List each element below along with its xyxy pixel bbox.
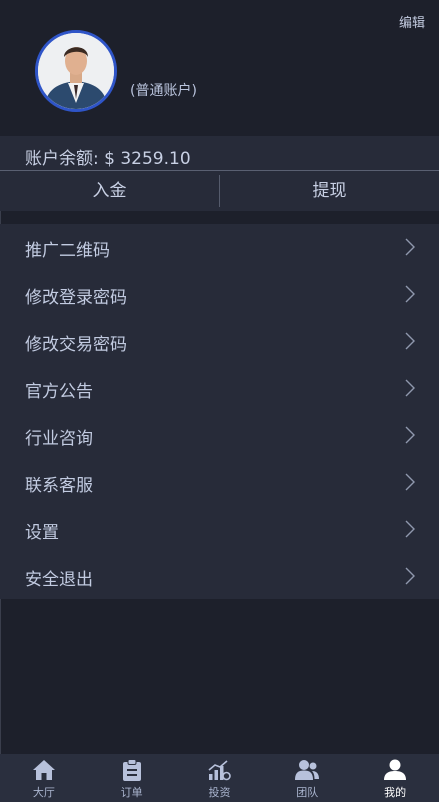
menu-item-label: 安全退出 (25, 570, 93, 590)
menu-item-label: 修改交易密码 (25, 335, 127, 355)
menu-item-change-login-password[interactable]: 修改登录密码 (0, 271, 439, 318)
menu-item-industry-news[interactable]: 行业咨询 (0, 412, 439, 459)
chevron-right-icon (405, 567, 415, 585)
tab-orders[interactable]: 订单 (88, 754, 176, 802)
account-type-label: (普通账户) (130, 83, 197, 99)
menu-item-qr-code[interactable]: 推广二维码 (0, 224, 439, 271)
bottom-tab-bar: 大厅 订单 投资 团队 我的 (0, 754, 439, 802)
team-icon (295, 760, 320, 780)
menu-item-announcements[interactable]: 官方公告 (0, 365, 439, 412)
menu-item-logout[interactable]: 安全退出 (0, 553, 439, 600)
tab-team[interactable]: 团队 (263, 754, 351, 802)
menu-item-change-trade-password[interactable]: 修改交易密码 (0, 318, 439, 365)
settings-menu: 推广二维码 修改登录密码 修改交易密码 官方公告 行业咨询 联系客服 设置 安全… (0, 224, 439, 599)
tab-invest[interactable]: 投资 (176, 754, 264, 802)
tab-mine[interactable]: 我的 (351, 754, 439, 802)
chevron-right-icon (405, 379, 415, 397)
tab-lobby[interactable]: 大厅 (0, 754, 88, 802)
home-icon (32, 760, 55, 780)
chart-icon (208, 760, 232, 781)
menu-item-label: 官方公告 (25, 382, 93, 402)
tab-label: 订单 (120, 786, 143, 799)
deposit-button[interactable]: 入金 (0, 171, 219, 211)
menu-item-customer-service[interactable]: 联系客服 (0, 459, 439, 506)
menu-item-settings[interactable]: 设置 (0, 506, 439, 553)
menu-item-label: 修改登录密码 (25, 288, 127, 308)
chevron-right-icon (405, 238, 415, 256)
menu-item-label: 推广二维码 (25, 241, 110, 261)
chevron-right-icon (405, 473, 415, 491)
clipboard-icon (122, 759, 141, 781)
withdraw-button[interactable]: 提现 (220, 171, 439, 211)
profile-header: 编辑 (普通账户) (0, 0, 439, 136)
tab-label: 大厅 (32, 786, 55, 799)
user-icon (384, 759, 407, 780)
funds-actions: 入金 提现 (0, 171, 439, 211)
avatar[interactable] (35, 30, 117, 112)
chevron-right-icon (405, 332, 415, 350)
edit-profile-link[interactable]: 编辑 (399, 12, 425, 31)
menu-item-label: 联系客服 (25, 476, 93, 496)
tab-label: 我的 (384, 786, 407, 799)
balance-row: 账户余额: $ 3259.10 (0, 136, 439, 171)
chevron-right-icon (405, 426, 415, 444)
menu-item-label: 设置 (25, 523, 59, 543)
tab-label: 投资 (208, 786, 231, 799)
chevron-right-icon (405, 285, 415, 303)
account-balance: 账户余额: $ 3259.10 (25, 149, 191, 169)
tab-label: 团队 (296, 786, 319, 799)
chevron-right-icon (405, 520, 415, 538)
menu-item-label: 行业咨询 (25, 429, 93, 449)
avatar-photo (38, 33, 114, 109)
